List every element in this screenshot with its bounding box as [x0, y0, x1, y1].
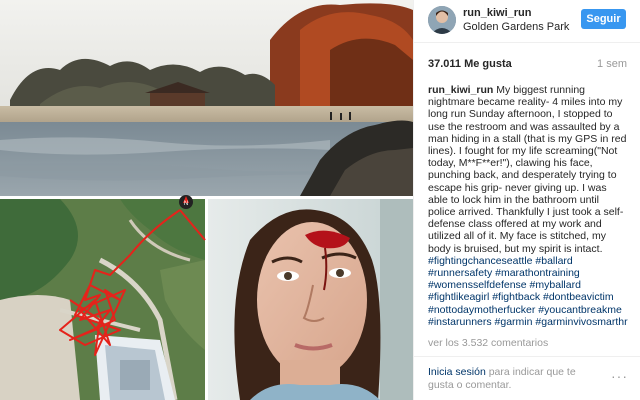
login-prompt: Inicia sesión para indicar que te gusta …	[428, 366, 598, 392]
caption-hashtags[interactable]: #fightingchanceseattle #ballard #runners…	[428, 255, 628, 328]
login-link[interactable]: Inicia sesión	[428, 366, 486, 378]
location-link[interactable]: Golden Gardens Park	[463, 21, 569, 33]
beach-photo	[0, 0, 413, 196]
caption-text: My biggest running nightmare became real…	[428, 84, 627, 255]
view-comments-link[interactable]: ver los 3.532 comentarios	[428, 337, 548, 349]
selfie-photo	[208, 199, 413, 400]
post-caption: run_kiwi_run My biggest running nightmar…	[428, 84, 628, 328]
post-time[interactable]: 1 sem	[597, 58, 627, 70]
more-options-icon[interactable]: ···	[611, 368, 628, 384]
follow-button[interactable]: Seguir	[581, 9, 626, 29]
username-link[interactable]: run_kiwi_run	[463, 7, 531, 19]
avatar-image	[428, 6, 456, 34]
svg-text:N: N	[184, 201, 188, 207]
post-panel: run_kiwi_run Golden Gardens Park Seguir …	[413, 0, 640, 400]
post-media[interactable]: N	[0, 0, 413, 400]
post-header: run_kiwi_run Golden Gardens Park Seguir	[414, 0, 640, 43]
likes-count[interactable]: 37.011 Me gusta	[428, 58, 512, 70]
caption-username[interactable]: run_kiwi_run	[428, 84, 493, 96]
collage-image: N	[0, 0, 413, 400]
divider	[414, 356, 640, 357]
gps-map: N	[0, 195, 206, 400]
compass-icon: N	[179, 195, 193, 209]
avatar[interactable]	[428, 6, 456, 34]
